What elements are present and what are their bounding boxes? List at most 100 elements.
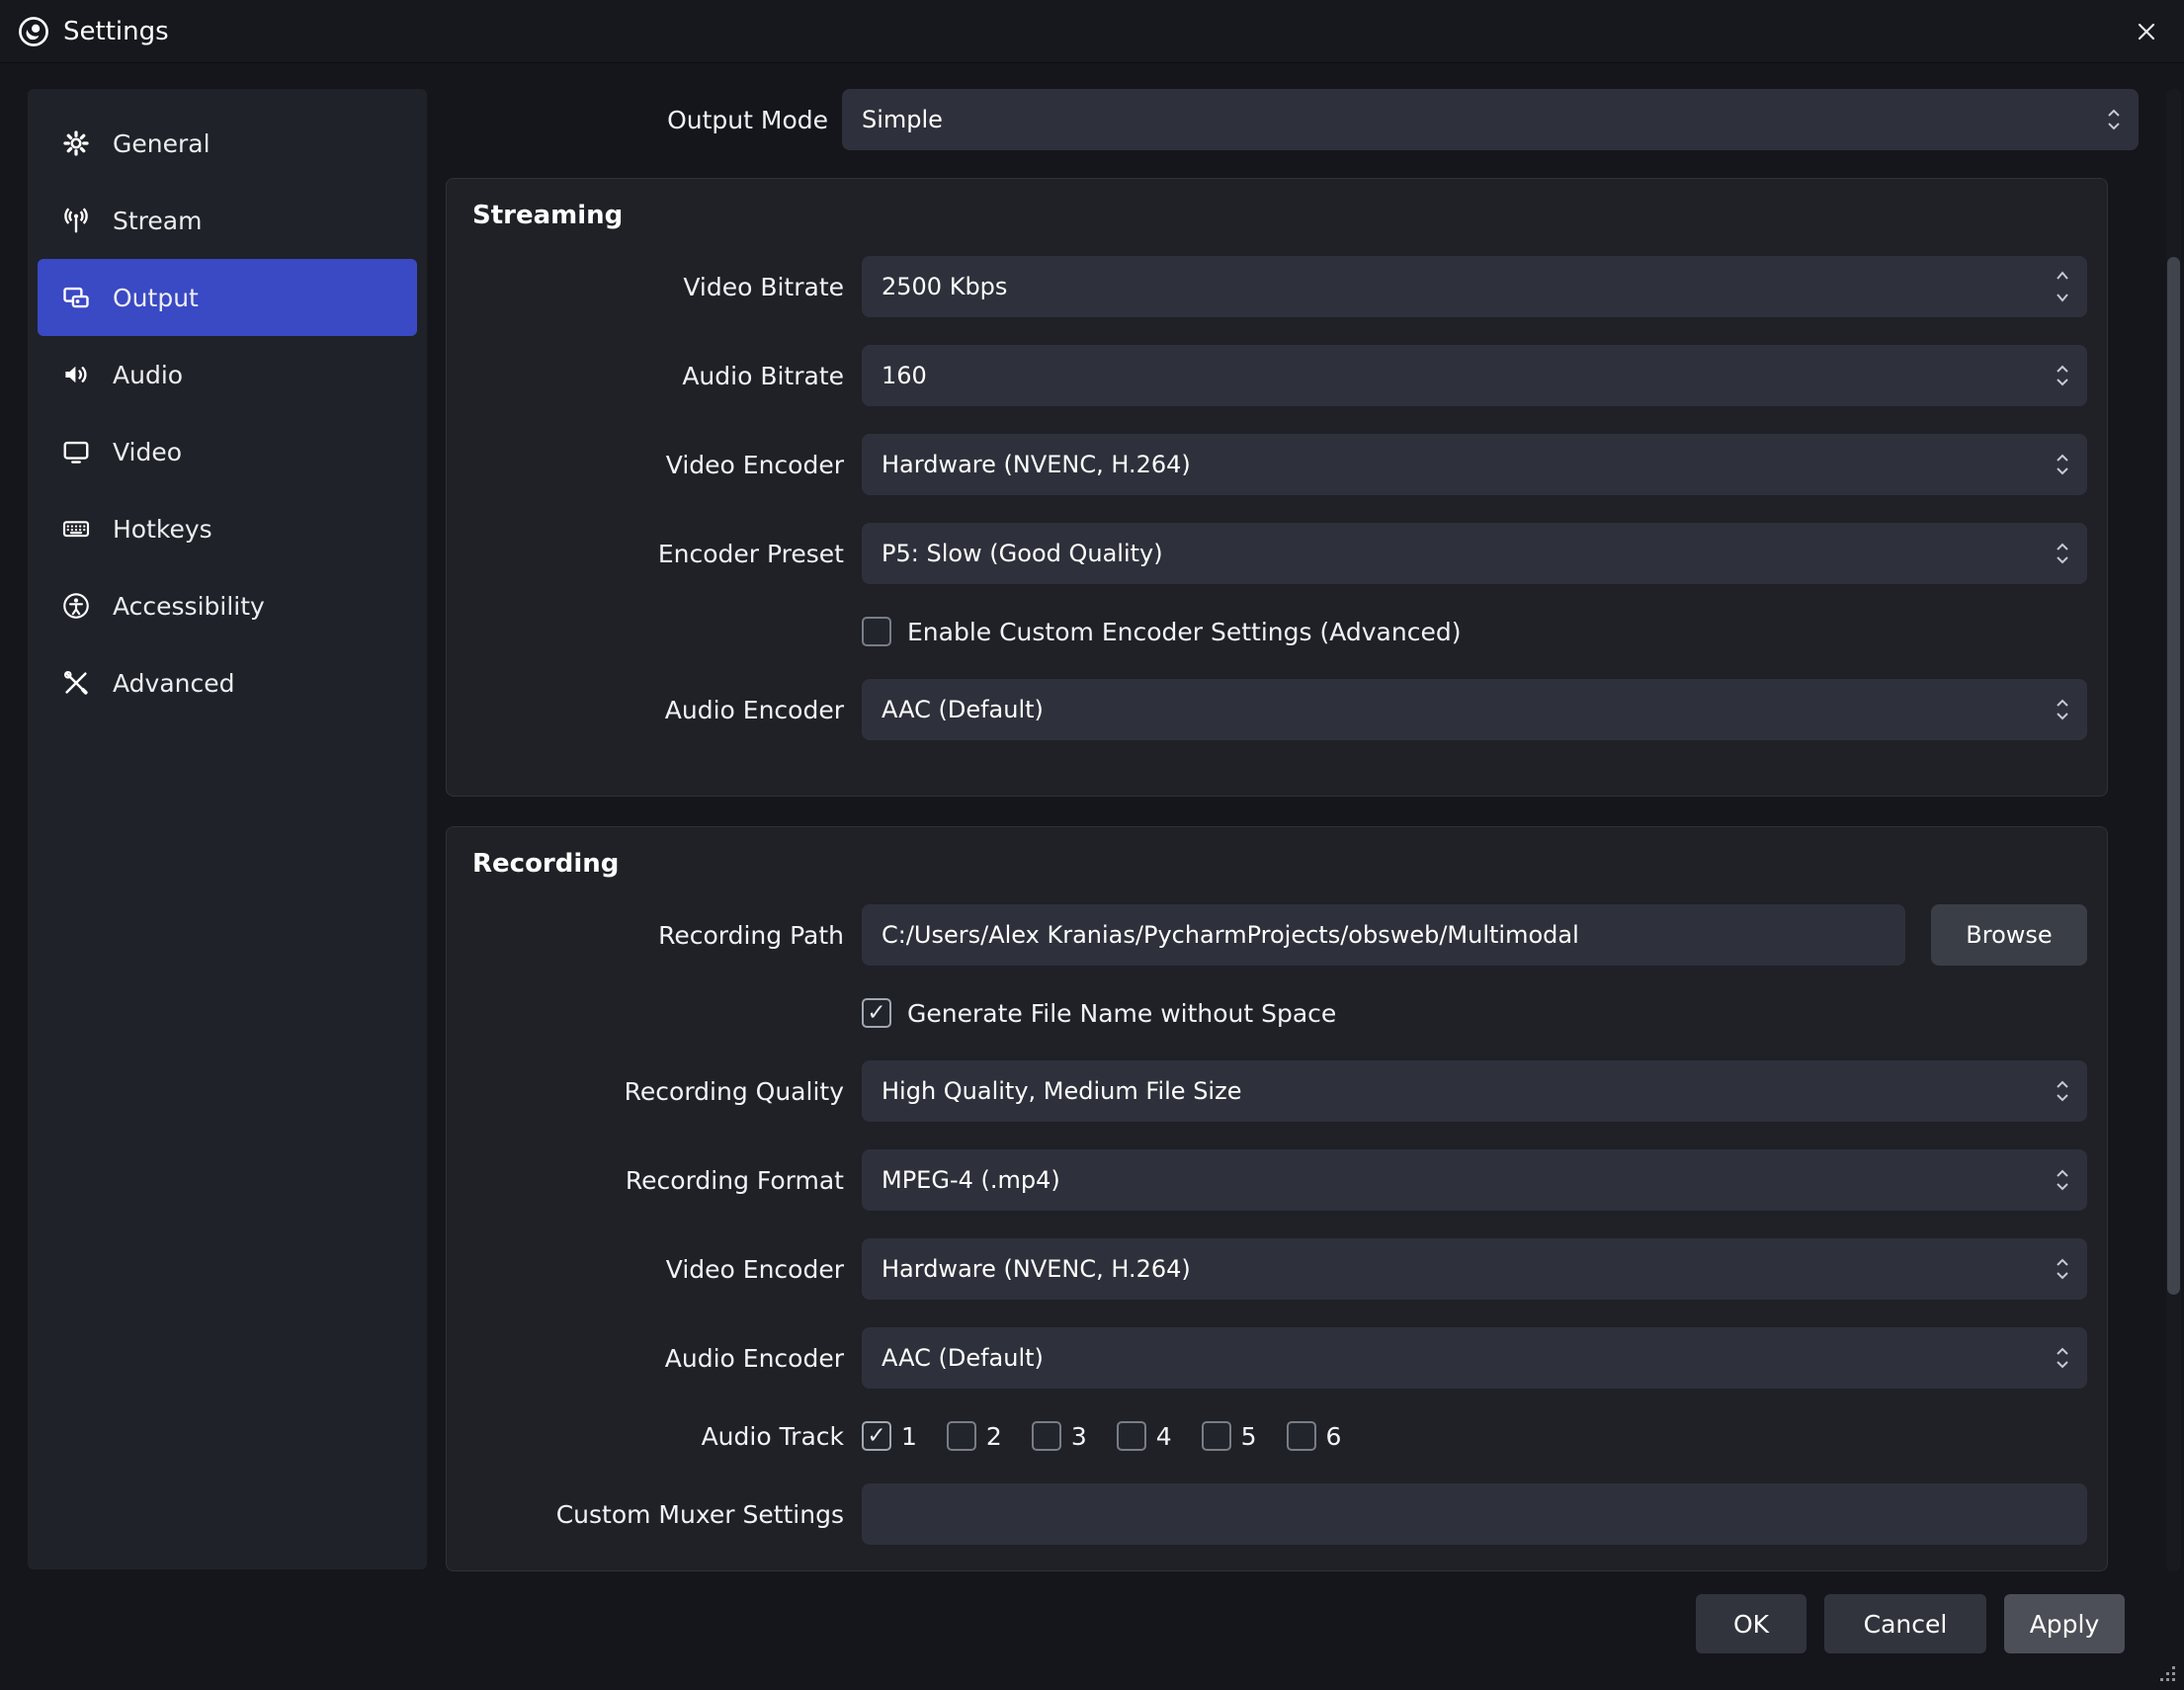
close-button[interactable] xyxy=(2125,12,2168,51)
custom-encoder-checkbox-label: Enable Custom Encoder Settings (Advanced… xyxy=(907,618,1461,646)
speaker-icon xyxy=(59,358,93,391)
output-mode-label: Output Mode xyxy=(447,106,828,134)
audio-encoder-label: Audio Encoder xyxy=(470,696,844,724)
rec-video-encoder-row: Video Encoder Hardware (NVENC, H.264) xyxy=(470,1238,2087,1300)
sidebar-item-label: Stream xyxy=(113,207,202,235)
rec-audio-encoder-row: Audio Encoder AAC (Default) xyxy=(470,1327,2087,1389)
stream-audio-encoder-select[interactable]: AAC (Default) xyxy=(862,679,2087,740)
cancel-button[interactable]: Cancel xyxy=(1824,1594,1986,1653)
sidebar-item-hotkeys[interactable]: Hotkeys xyxy=(38,490,417,567)
recording-quality-select[interactable]: High Quality, Medium File Size xyxy=(862,1060,2087,1122)
audio-bitrate-row: Audio Bitrate 160 xyxy=(470,345,2087,406)
check-icon: ✓ xyxy=(867,1425,885,1448)
chevron-updown-icon xyxy=(2103,106,2125,133)
browse-button[interactable]: Browse xyxy=(1931,904,2087,966)
generate-filename-row: ✓ Generate File Name without Space xyxy=(470,993,2087,1033)
accessibility-icon xyxy=(59,589,93,623)
recording-path-input[interactable]: C:/Users/Alex Kranias/PycharmProjects/ob… xyxy=(862,904,1905,966)
recording-format-row: Recording Format MPEG-4 (.mp4) xyxy=(470,1149,2087,1211)
sidebar-item-accessibility[interactable]: Accessibility xyxy=(38,567,417,644)
rec-audio-encoder-select[interactable]: AAC (Default) xyxy=(862,1327,2087,1389)
encoder-preset-label: Encoder Preset xyxy=(470,540,844,568)
audio-track-3-label: 3 xyxy=(1071,1422,1087,1451)
encoder-preset-row: Encoder Preset P5: Slow (Good Quality) xyxy=(470,523,2087,584)
custom-muxer-input[interactable] xyxy=(862,1483,2087,1545)
rec-video-encoder-select[interactable]: Hardware (NVENC, H.264) xyxy=(862,1238,2087,1300)
streaming-group: Streaming Video Bitrate 2500 Kbps Audio … xyxy=(446,178,2108,797)
recording-format-label: Recording Format xyxy=(470,1166,844,1195)
audio-bitrate-select[interactable]: 160 xyxy=(862,345,2087,406)
audio-encoder-value: AAC (Default) xyxy=(882,696,2052,723)
video-bitrate-spinbox[interactable]: 2500 Kbps xyxy=(862,256,2087,317)
custom-encoder-checkbox[interactable]: ✓ xyxy=(862,617,891,646)
sidebar-item-advanced[interactable]: Advanced xyxy=(38,644,417,721)
stream-video-encoder-select[interactable]: Hardware (NVENC, H.264) xyxy=(862,434,2087,495)
generate-filename-checkbox[interactable]: ✓ xyxy=(862,998,891,1028)
audio-track-label: Audio Track xyxy=(470,1422,844,1451)
chevron-updown-icon xyxy=(2052,362,2073,389)
tools-icon xyxy=(59,666,93,700)
audio-track-5-checkbox[interactable]: ✓ xyxy=(1202,1421,1231,1451)
apply-button[interactable]: Apply xyxy=(2004,1594,2125,1653)
recording-path-label: Recording Path xyxy=(470,921,844,950)
vertical-scrollbar[interactable] xyxy=(2166,89,2181,1571)
recording-format-value: MPEG-4 (.mp4) xyxy=(882,1166,2052,1194)
sidebar-item-video[interactable]: Video xyxy=(38,413,417,490)
custom-muxer-row: Custom Muxer Settings xyxy=(470,1483,2087,1545)
output-mode-value: Simple xyxy=(862,106,2103,133)
audio-track-1: ✓ 1 xyxy=(862,1421,917,1451)
sidebar-item-audio[interactable]: Audio xyxy=(38,336,417,413)
recording-quality-row: Recording Quality High Quality, Medium F… xyxy=(470,1060,2087,1122)
video-bitrate-label: Video Bitrate xyxy=(470,273,844,301)
sidebar-item-label: Accessibility xyxy=(113,592,265,621)
stream-video-encoder-row: Video Encoder Hardware (NVENC, H.264) xyxy=(470,434,2087,495)
audio-track-2: ✓ 2 xyxy=(947,1421,1002,1451)
audio-track-2-label: 2 xyxy=(986,1422,1002,1451)
close-icon xyxy=(2135,20,2158,43)
video-bitrate-row: Video Bitrate 2500 Kbps xyxy=(470,256,2087,317)
audio-track-6: ✓ 6 xyxy=(1287,1421,1342,1451)
sidebar-item-label: General xyxy=(113,129,210,158)
audio-track-4-checkbox[interactable]: ✓ xyxy=(1117,1421,1146,1451)
custom-muxer-label: Custom Muxer Settings xyxy=(470,1500,844,1529)
output-mode-select[interactable]: Simple xyxy=(842,89,2139,150)
generate-filename-label: Generate File Name without Space xyxy=(907,999,1336,1028)
sidebar-item-output[interactable]: Output xyxy=(38,259,417,336)
audio-track-3-checkbox[interactable]: ✓ xyxy=(1032,1421,1061,1451)
encoder-preset-select[interactable]: P5: Slow (Good Quality) xyxy=(862,523,2087,584)
resize-grip[interactable] xyxy=(2156,1662,2178,1684)
video-encoder-value: Hardware (NVENC, H.264) xyxy=(882,1255,2052,1283)
audio-track-4-label: 4 xyxy=(1156,1422,1172,1451)
recording-path-row: Recording Path C:/Users/Alex Kranias/Pyc… xyxy=(470,904,2087,966)
sidebar-item-general[interactable]: General xyxy=(38,105,417,182)
audio-bitrate-label: Audio Bitrate xyxy=(470,362,844,390)
audio-track-6-label: 6 xyxy=(1326,1422,1342,1451)
scrollbar-thumb[interactable] xyxy=(2167,257,2180,1295)
keyboard-icon xyxy=(59,512,93,546)
sidebar-item-stream[interactable]: Stream xyxy=(38,182,417,259)
recording-quality-value: High Quality, Medium File Size xyxy=(882,1077,2052,1105)
titlebar: Settings xyxy=(0,0,2184,63)
recording-title: Recording xyxy=(472,849,2107,879)
audio-encoder-value: AAC (Default) xyxy=(882,1344,2052,1372)
sidebar-item-label: Advanced xyxy=(113,669,235,698)
sidebar-item-label: Video xyxy=(113,438,182,466)
audio-track-2-checkbox[interactable]: ✓ xyxy=(947,1421,976,1451)
audio-track-6-checkbox[interactable]: ✓ xyxy=(1287,1421,1316,1451)
encoder-preset-value: P5: Slow (Good Quality) xyxy=(882,540,2052,567)
chevron-updown-icon xyxy=(2052,1344,2073,1372)
sidebar-item-label: Audio xyxy=(113,361,183,389)
audio-track-row: Audio Track ✓ 1 ✓ 2 ✓ 3 xyxy=(470,1416,2087,1456)
audio-encoder-label: Audio Encoder xyxy=(470,1344,844,1373)
chevron-updown-icon xyxy=(2052,696,2073,723)
recording-format-select[interactable]: MPEG-4 (.mp4) xyxy=(862,1149,2087,1211)
video-encoder-value: Hardware (NVENC, H.264) xyxy=(882,451,2052,478)
audio-track-1-checkbox[interactable]: ✓ xyxy=(862,1421,891,1451)
spinner-arrows-icon[interactable] xyxy=(2052,267,2073,306)
recording-group: Recording Recording Path C:/Users/Alex K… xyxy=(446,826,2108,1571)
chevron-updown-icon xyxy=(2052,1255,2073,1283)
ok-button[interactable]: OK xyxy=(1696,1594,1806,1653)
audio-track-4: ✓ 4 xyxy=(1117,1421,1172,1451)
check-icon: ✓ xyxy=(867,1002,885,1025)
broadcast-icon xyxy=(59,204,93,237)
